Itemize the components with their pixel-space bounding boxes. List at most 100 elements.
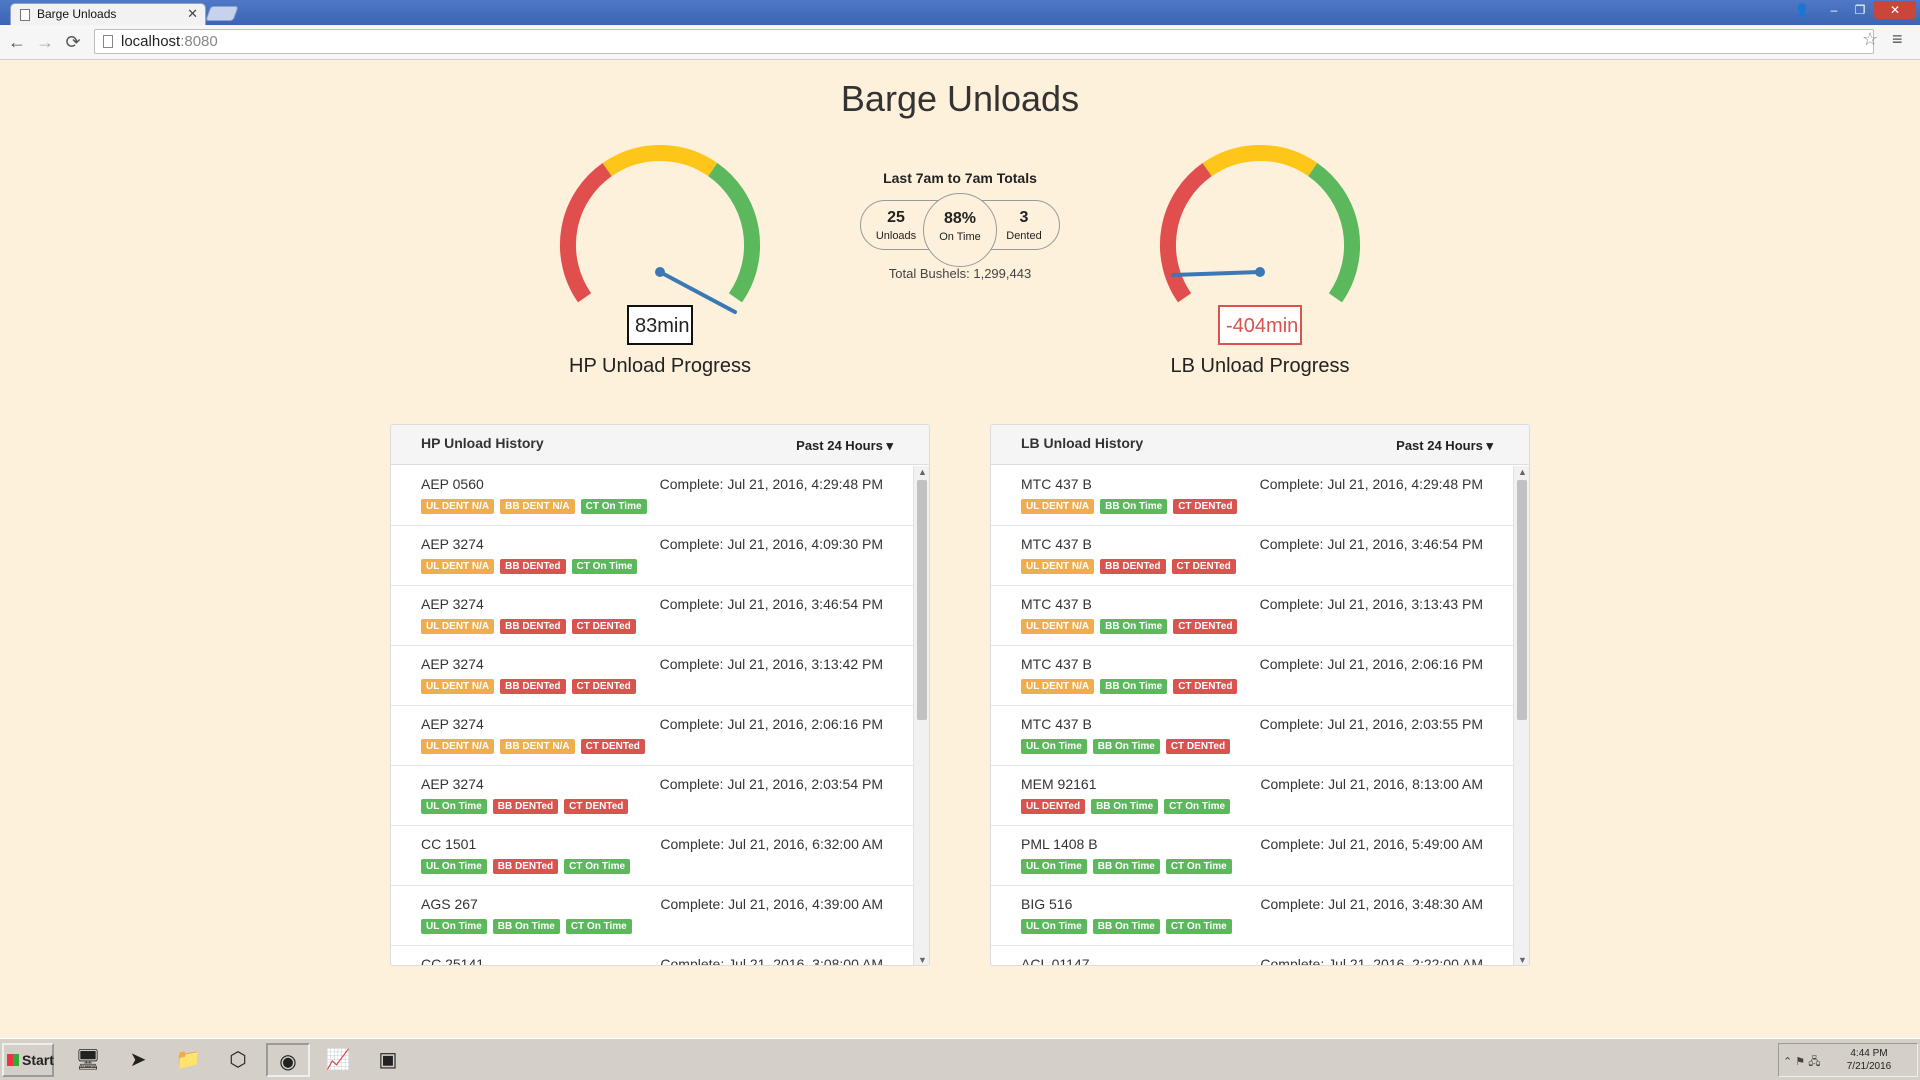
clock-date: 7/21/2016 [1846, 1061, 1892, 1072]
lb-history-title: LB Unload History [1021, 435, 1144, 451]
scroll-thumb[interactable] [917, 480, 927, 720]
list-item[interactable]: CC 1501 Complete: Jul 21, 2016, 6:32:00 A… [391, 826, 913, 886]
status-badge: CT On Time [1164, 799, 1231, 814]
status-badges: UL On Time BB On Time CT DENTed [1021, 736, 1236, 754]
reload-button[interactable]: ⟳ [62, 31, 84, 53]
bookmark-star-icon[interactable]: ☆ [1862, 29, 1878, 50]
complete-time: Complete: Jul 21, 2016, 3:13:42 PM [659, 656, 883, 672]
list-item[interactable]: MTC 437 B Complete: Jul 21, 2016, 3:13:43… [991, 586, 1513, 646]
status-badge: BB On Time [1092, 919, 1160, 934]
close-window-button[interactable]: ✕ [1874, 1, 1916, 19]
lb-history-scrollbar[interactable]: ▲ ▼ [1513, 466, 1529, 965]
address-bar[interactable]: localhost:8080 [94, 29, 1874, 54]
command-prompt-icon[interactable]: ▣ [366, 1043, 410, 1077]
list-item[interactable]: AEP 3274 Complete: Jul 21, 2016, 3:46:54 … [391, 586, 913, 646]
powershell-icon[interactable]: ➤ [116, 1043, 160, 1077]
file-explorer-icon[interactable]: 📁 [166, 1043, 210, 1077]
status-badge: BB DENTed [492, 799, 559, 814]
status-badge: UL DENT N/A [421, 559, 495, 574]
status-badge: UL On Time [421, 799, 487, 814]
scroll-thumb[interactable] [1517, 480, 1527, 720]
hp-history-list[interactable]: AEP 0560 Complete: Jul 21, 2016, 4:29:48 … [391, 466, 913, 965]
status-badge: BB On Time [1092, 739, 1160, 754]
hp-gauge-label: HP Unload Progress [569, 355, 751, 377]
hp-time-filter-dropdown[interactable]: Past 24 Hours ▾ [796, 438, 893, 454]
status-badge: UL DENTed [1021, 799, 1086, 814]
list-item[interactable]: AEP 0560 Complete: Jul 21, 2016, 4:29:48 … [391, 466, 913, 526]
scroll-up-icon[interactable]: ▲ [1518, 467, 1527, 477]
unloads-count: 25 [887, 209, 905, 226]
status-badges: UL On Time BB On Time CT On Time [1021, 856, 1238, 874]
list-item[interactable]: MTC 437 B Complete: Jul 21, 2016, 2:06:16… [991, 646, 1513, 706]
barge-name: AEP 3274 [421, 716, 484, 732]
list-item[interactable]: AEP 3274 Complete: Jul 21, 2016, 3:13:42 … [391, 646, 913, 706]
barge-name: ACL 01147 [1021, 956, 1090, 966]
dented-count: 3 [1019, 209, 1029, 226]
list-item[interactable]: MTC 437 B Complete: Jul 21, 2016, 2:03:55… [991, 706, 1513, 766]
forward-button[interactable]: → [34, 31, 56, 53]
status-badge: BB DENT N/A [500, 499, 575, 514]
tray-icons[interactable]: ⌃ ⚑ 🖧 [1783, 1053, 1820, 1072]
server-manager-icon[interactable]: 🖥 [66, 1043, 110, 1077]
status-badges: UL DENTed BB On Time CT On Time [1021, 796, 1236, 814]
status-badge: UL DENT N/A [421, 739, 495, 754]
list-item[interactable]: BIG 516 Complete: Jul 21, 2016, 3:48:30 A… [991, 886, 1513, 946]
barge-name: AEP 3274 [421, 776, 484, 792]
unloads-caption: Unloads [875, 230, 917, 242]
list-item[interactable]: MTC 437 B Complete: Jul 21, 2016, 4:29:48… [991, 466, 1513, 526]
hp-gauge: 83min HP Unload Progress [530, 145, 790, 385]
list-item[interactable]: PML 1408 B Complete: Jul 21, 2016, 5:49:0… [991, 826, 1513, 886]
status-badges: UL DENT N/A BB On Time CT DENTed [1021, 496, 1243, 514]
user-icon[interactable]: 👤 [1792, 1, 1812, 19]
chrome-icon[interactable]: ◉ [266, 1043, 310, 1077]
status-badge: BB DENTed [492, 859, 559, 874]
status-badge: CT DENTed [1173, 619, 1238, 634]
barge-name: AEP 3274 [421, 596, 484, 612]
status-badges: UL DENT N/A BB DENTed CT DENTed [1021, 556, 1242, 574]
monitor-app-icon[interactable]: ⬡ [216, 1043, 260, 1077]
complete-time: Complete: Jul 21, 2016, 3:46:54 PM [659, 596, 883, 612]
list-item[interactable]: CC 25141 Complete: Jul 21, 2016, 3:08:00 … [391, 946, 913, 965]
totals-title: Last 7am to 7am Totals [883, 170, 1037, 186]
list-item[interactable]: MEM 92161 Complete: Jul 21, 2016, 8:13:00… [991, 766, 1513, 826]
stat-on-time: 88% On Time [923, 193, 997, 267]
notepad-chart-icon[interactable]: 📈 [316, 1043, 360, 1077]
status-badges: UL On Time BB On Time CT On Time [1021, 916, 1238, 934]
on-time-percent: 88% [943, 210, 977, 227]
new-tab-button[interactable] [205, 6, 239, 21]
stat-unloads: 25 Unloads [866, 209, 926, 242]
scroll-down-icon[interactable]: ▼ [1518, 955, 1527, 965]
page-icon [103, 35, 113, 48]
lb-history-list[interactable]: MTC 437 B Complete: Jul 21, 2016, 4:29:48… [991, 466, 1513, 966]
complete-time: Complete: Jul 21, 2016, 4:09:30 PM [659, 536, 883, 552]
barge-name: MTC 437 B [1021, 596, 1092, 612]
scroll-down-icon[interactable]: ▼ [918, 955, 927, 965]
totals-summary: Last 7am to 7am Totals 25 Unloads 88% On… [840, 170, 1080, 281]
status-badge: CT On Time [580, 499, 647, 514]
scroll-up-icon[interactable]: ▲ [918, 467, 927, 477]
clock[interactable]: 4:44 PM 7/21/2016 [1839, 1047, 1899, 1073]
minimize-button[interactable]: – [1822, 1, 1846, 19]
lb-time-filter-dropdown[interactable]: Past 24 Hours ▾ [1396, 438, 1493, 454]
list-item[interactable]: AEP 3274 Complete: Jul 21, 2016, 2:06:16 … [391, 706, 913, 766]
tab-close-icon[interactable]: ✕ [187, 4, 198, 24]
lb-gauge-value: -404min [1218, 305, 1302, 345]
complete-time: Complete: Jul 21, 2016, 3:46:54 PM [1259, 536, 1483, 552]
hp-history-scrollbar[interactable]: ▲ ▼ [913, 466, 929, 965]
list-item[interactable]: MTC 437 B Complete: Jul 21, 2016, 3:46:54… [991, 526, 1513, 586]
panel-header: LB Unload History Past 24 Hours ▾ [991, 425, 1529, 465]
list-item[interactable]: AEP 3274 Complete: Jul 21, 2016, 4:09:30 … [391, 526, 913, 586]
list-item[interactable]: AGS 267 Complete: Jul 21, 2016, 4:39:00 A… [391, 886, 913, 946]
list-item[interactable]: AEP 3274 Complete: Jul 21, 2016, 2:03:54 … [391, 766, 913, 826]
complete-time: Complete: Jul 21, 2016, 4:39:00 AM [660, 896, 883, 912]
start-button[interactable]: Start [2, 1043, 54, 1077]
system-tray: ⌃ ⚑ 🖧 4:44 PM 7/21/2016 [1778, 1043, 1918, 1077]
back-button[interactable]: ← [6, 31, 28, 53]
tab-barge-unloads[interactable]: Barge Unloads ✕ [10, 3, 206, 25]
maximize-button[interactable]: ❐ [1848, 1, 1872, 19]
barge-name: MTC 437 B [1021, 656, 1092, 672]
list-item[interactable]: ACL 01147 Complete: Jul 21, 2016, 2:22:00… [991, 946, 1513, 966]
lb-gauge-label: LB Unload Progress [1170, 355, 1350, 377]
status-badge: CT On Time [565, 919, 632, 934]
menu-icon[interactable]: ≡ [1892, 29, 1903, 50]
